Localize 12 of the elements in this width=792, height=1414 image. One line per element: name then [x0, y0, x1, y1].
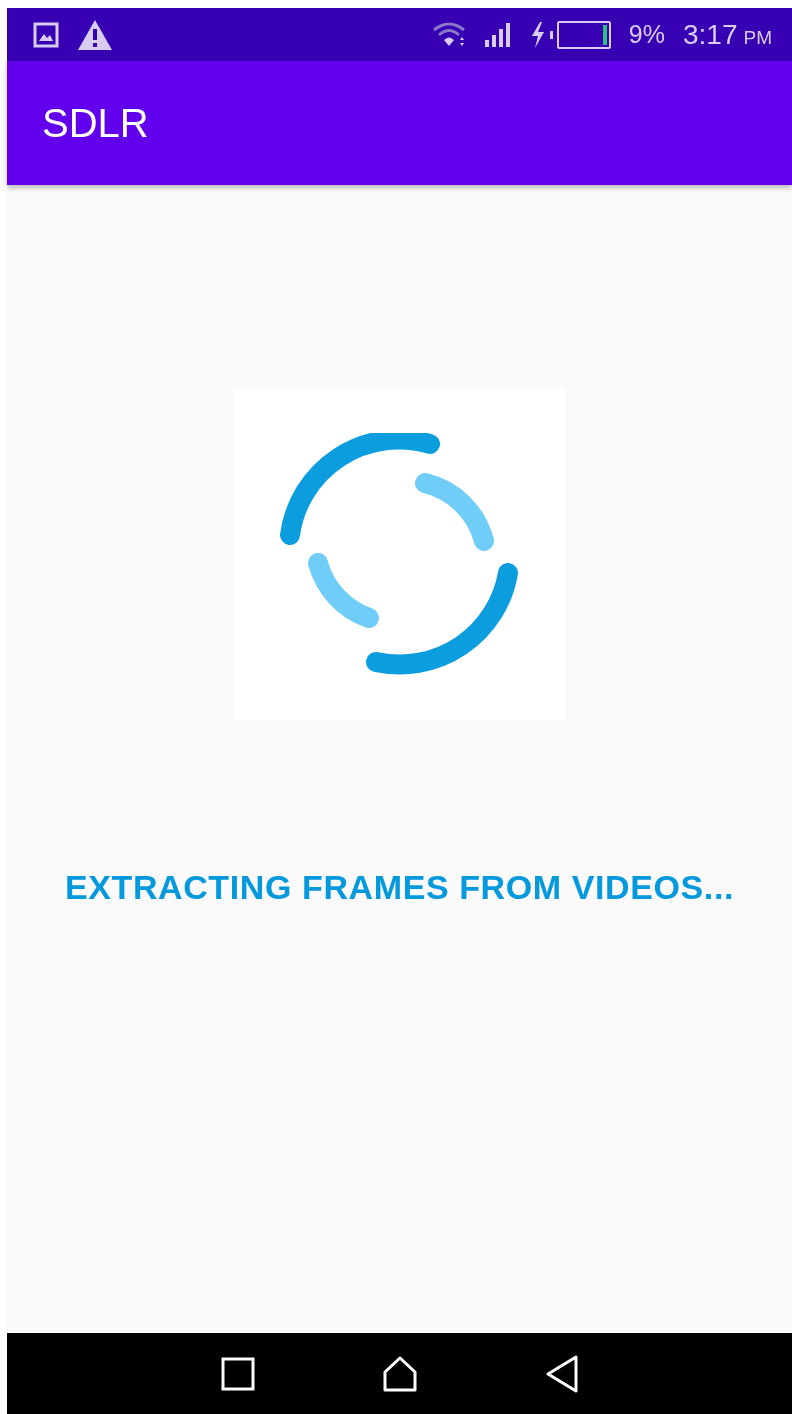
back-button[interactable] [544, 1354, 579, 1393]
battery-percentage: 9% [628, 20, 665, 49]
home-button[interactable] [381, 1355, 418, 1392]
warning-icon [77, 18, 113, 51]
recents-button[interactable] [220, 1356, 255, 1391]
clock-time: 3:17 [683, 18, 738, 51]
loading-message: EXTRACTING FRAMES FROM VIDEOS... [65, 868, 734, 907]
image-icon [33, 21, 59, 48]
loading-spinner-icon [279, 432, 520, 677]
signal-icon [483, 21, 512, 48]
app-title: SDLR [42, 100, 149, 146]
clock-meridiem: PM [743, 26, 772, 49]
